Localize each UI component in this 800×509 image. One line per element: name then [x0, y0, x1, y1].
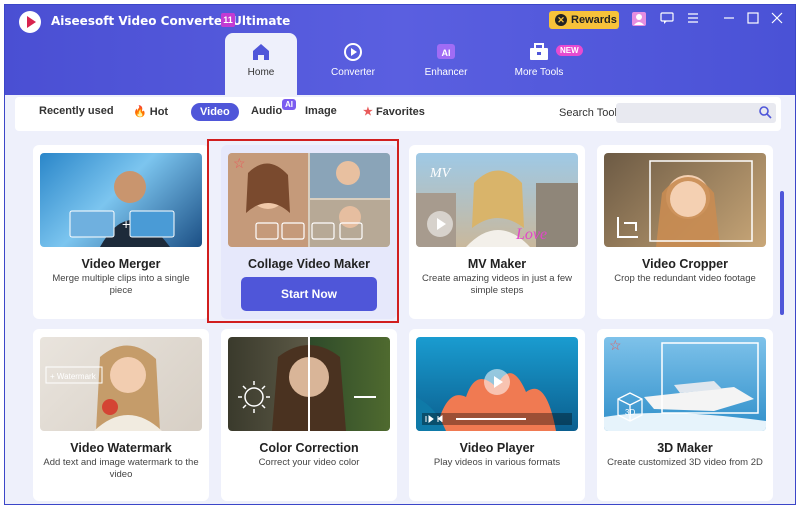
minimize-icon[interactable]: [721, 11, 737, 27]
tool-card-video-watermark[interactable]: + Watermark Video Watermark Add text and…: [33, 329, 209, 501]
search-icon[interactable]: [758, 105, 772, 119]
svg-text:Love: Love: [515, 226, 547, 243]
tool-title: Video Cropper: [642, 257, 728, 271]
tool-card-3d-maker[interactable]: 3D ☆ 3D Maker Create customized 3D video…: [597, 329, 773, 501]
rewards-icon: ✕: [555, 14, 567, 26]
rewards-button[interactable]: ✕ Rewards: [549, 11, 619, 29]
tool-description: Create amazing videos in just a few simp…: [422, 273, 572, 296]
app-logo-icon: [19, 11, 41, 33]
play-icon: [427, 211, 453, 237]
filter-bar: Recently used 🔥 Hot Video Audio AI Image…: [15, 97, 781, 131]
tab-home-label: Home: [247, 67, 275, 78]
filter-favorites[interactable]: ★ Favorites: [363, 105, 425, 118]
filter-image[interactable]: Image: [305, 105, 337, 117]
toolbox-icon: [530, 43, 548, 60]
tool-card-video-merger[interactable]: + Video Merger Merge multiple clips into…: [33, 145, 209, 319]
favorite-star-icon[interactable]: ☆: [609, 337, 622, 354]
version-badge: 11: [221, 13, 235, 27]
selection-highlight: [207, 139, 399, 323]
filter-video[interactable]: Video: [191, 103, 239, 121]
tab-more-tools[interactable]: More Tools: [503, 33, 575, 91]
tab-converter[interactable]: Converter: [317, 33, 389, 91]
app-window: Aiseesoft Video Converter Ultimate 11 ✕ …: [4, 4, 796, 505]
play-icon: [484, 369, 510, 395]
flame-icon: 🔥: [133, 106, 147, 118]
user-account-icon[interactable]: [631, 11, 647, 27]
svg-text:MV: MV: [429, 166, 452, 181]
svg-text:AI: AI: [442, 48, 451, 58]
close-icon[interactable]: [769, 11, 785, 27]
tool-title: 3D Maker: [657, 441, 713, 455]
3d-label: 3D: [625, 408, 635, 417]
tool-card-video-cropper[interactable]: Video Cropper Crop the redundant video f…: [597, 145, 773, 319]
video-cropper-thumbnail: [604, 153, 766, 247]
tool-description: Play videos in various formats: [433, 457, 561, 468]
tab-converter-label: Converter: [331, 67, 375, 78]
ai-badge: AI: [282, 99, 296, 110]
top-bar: Aiseesoft Video Converter Ultimate 11 ✕ …: [5, 5, 795, 95]
scrollbar-thumb[interactable]: [780, 191, 784, 315]
app-title: Aiseesoft Video Converter Ultimate: [51, 14, 291, 28]
filter-audio[interactable]: Audio: [251, 105, 282, 117]
video-merger-thumbnail: +: [40, 153, 202, 247]
tool-description: Merge multiple clips into a single piece: [52, 273, 190, 296]
filter-hot[interactable]: 🔥 Hot: [133, 105, 168, 118]
video-watermark-thumbnail: + Watermark: [40, 337, 202, 431]
tool-description: Crop the redundant video footage: [614, 273, 756, 284]
tool-description: Correct your video color: [258, 457, 360, 468]
svg-text:+: +: [122, 216, 130, 232]
tab-home[interactable]: Home: [225, 33, 297, 95]
3d-maker-thumbnail: 3D: [604, 337, 766, 431]
tool-card-mv-maker[interactable]: MV Love MV Maker Create amazing videos i…: [409, 145, 585, 319]
search-label: Search Tool:: [559, 107, 620, 119]
converter-icon: [344, 43, 362, 61]
tab-enhancer-label: Enhancer: [424, 67, 468, 78]
new-badge: NEW: [556, 45, 583, 56]
tool-title: Video Watermark: [70, 441, 172, 455]
ai-enhancer-icon: AI: [437, 44, 455, 59]
menu-icon[interactable]: [685, 11, 701, 27]
tool-description: Create customized 3D video from 2D: [607, 457, 763, 468]
color-correction-thumbnail: [228, 337, 390, 431]
filter-hot-label: Hot: [149, 106, 169, 118]
tab-more-tools-label: More Tools: [514, 67, 564, 78]
search-input[interactable]: [616, 103, 776, 123]
tab-enhancer[interactable]: AI Enhancer: [410, 33, 482, 91]
tool-title: Video Player: [459, 441, 535, 455]
home-icon: [253, 44, 269, 60]
tool-card-color-correction[interactable]: Color Correction Correct your video colo…: [221, 329, 397, 501]
maximize-icon[interactable]: [745, 11, 761, 27]
tool-card-video-player[interactable]: Video Player Play videos in various form…: [409, 329, 585, 501]
tool-title: MV Maker: [467, 257, 527, 271]
tool-description: Add text and image watermark to the vide…: [43, 457, 199, 480]
filter-favorites-label: Favorites: [375, 106, 425, 118]
filter-recently-used[interactable]: Recently used: [39, 105, 114, 117]
tool-title: Color Correction: [259, 441, 359, 455]
rewards-label: Rewards: [571, 14, 617, 26]
tool-title: Video Merger: [81, 257, 161, 271]
watermark-label: + Watermark: [50, 372, 97, 381]
star-icon: ★: [363, 106, 373, 118]
feedback-icon[interactable]: [659, 11, 675, 27]
